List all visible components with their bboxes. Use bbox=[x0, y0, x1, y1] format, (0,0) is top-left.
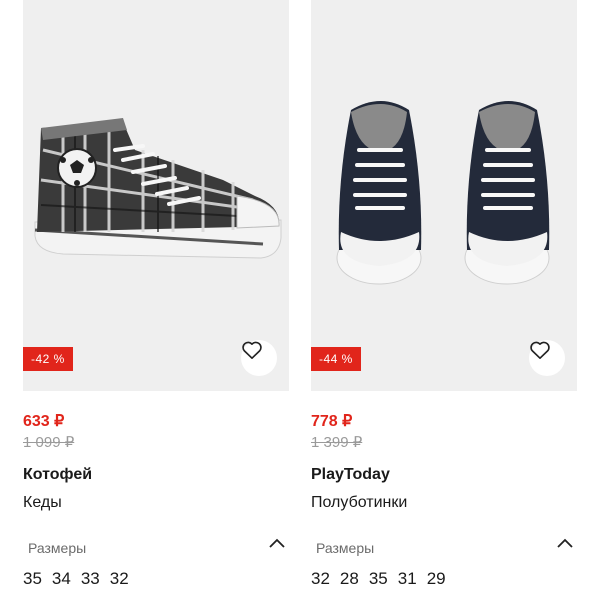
old-price: 1 399 ₽ bbox=[311, 434, 363, 451]
product-image[interactable]: -42 % bbox=[23, 0, 289, 391]
heart-outline-icon bbox=[242, 341, 262, 359]
sizes-list: 35 34 33 32 bbox=[23, 569, 129, 589]
size-option[interactable]: 32 bbox=[110, 569, 129, 589]
product-card[interactable]: -42 % 633 ₽ 1 099 ₽ Котофей Кеды Размеры… bbox=[23, 0, 289, 613]
chevron-up-icon bbox=[269, 538, 285, 548]
size-option[interactable]: 29 bbox=[427, 569, 446, 589]
high-top-sneaker-image bbox=[34, 118, 282, 259]
size-option[interactable]: 34 bbox=[52, 569, 71, 589]
low-top-sneakers-image bbox=[336, 101, 550, 285]
add-to-favorites-button[interactable] bbox=[241, 340, 277, 376]
size-option[interactable]: 31 bbox=[398, 569, 417, 589]
brand-name[interactable]: PlayToday bbox=[311, 466, 390, 484]
brand-name[interactable]: Котофей bbox=[23, 466, 92, 484]
size-option[interactable]: 35 bbox=[23, 569, 42, 589]
current-price: 633 ₽ bbox=[23, 413, 65, 430]
size-option[interactable]: 32 bbox=[311, 569, 330, 589]
product-card[interactable]: -44 % 778 ₽ 1 399 ₽ PlayToday Полуботинк… bbox=[311, 0, 577, 613]
product-type[interactable]: Полуботинки bbox=[311, 494, 407, 512]
size-option[interactable]: 33 bbox=[81, 569, 100, 589]
size-option[interactable]: 35 bbox=[369, 569, 388, 589]
sizes-label: Размеры bbox=[28, 540, 87, 556]
chevron-up-icon bbox=[557, 538, 573, 548]
size-option[interactable]: 28 bbox=[340, 569, 359, 589]
sizes-list: 32 28 35 31 29 bbox=[311, 569, 446, 589]
sizes-label: Размеры bbox=[316, 540, 375, 556]
old-price: 1 099 ₽ bbox=[23, 434, 75, 451]
product-image[interactable]: -44 % bbox=[311, 0, 577, 391]
discount-badge: -44 % bbox=[311, 347, 361, 371]
heart-outline-icon bbox=[530, 341, 550, 359]
current-price: 778 ₽ bbox=[311, 413, 353, 430]
add-to-favorites-button[interactable] bbox=[529, 340, 565, 376]
discount-badge: -42 % bbox=[23, 347, 73, 371]
sizes-collapse-button[interactable] bbox=[554, 535, 576, 553]
sizes-collapse-button[interactable] bbox=[266, 535, 288, 553]
product-type[interactable]: Кеды bbox=[23, 494, 62, 512]
